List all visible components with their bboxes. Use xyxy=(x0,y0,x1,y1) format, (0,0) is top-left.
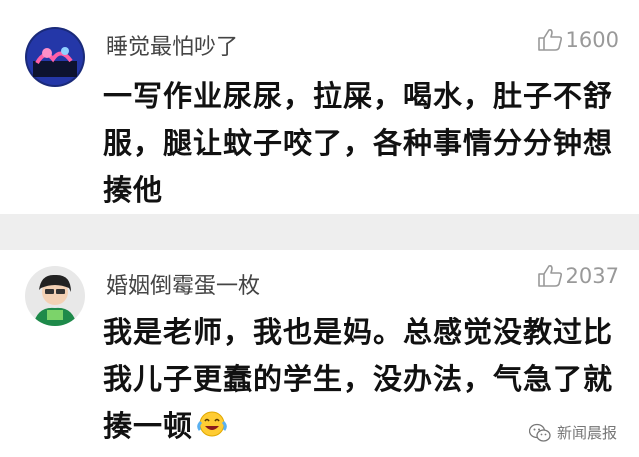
thumbs-up-icon xyxy=(537,29,562,51)
like-button[interactable]: 2037 xyxy=(537,264,619,288)
comment-text: 一写作业尿尿，拉屎，喝水，肚子不舒服，腿让蚊子咬了，各种事情分分钟想揍他 xyxy=(103,79,614,207)
username[interactable]: 睡觉最怕吵了 xyxy=(106,29,238,61)
like-count: 2037 xyxy=(565,264,619,288)
thumbs-up-icon xyxy=(537,265,562,287)
laughing-crying-emoji-icon xyxy=(197,405,227,452)
like-count: 1600 xyxy=(565,28,619,52)
watermark-text: 新闻晨报 xyxy=(556,424,617,442)
avatar[interactable] xyxy=(25,266,85,326)
comment-item: 婚姻倒霉蛋一枚 2037 我是老师，我也是妈。总感觉没教过比我儿子更蠢的学生，没… xyxy=(0,250,639,457)
like-button[interactable]: 1600 xyxy=(537,28,619,52)
comment-separator xyxy=(0,214,639,250)
comment-item: 睡觉最怕吵了 1600 一写作业尿尿，拉屎，喝水，肚子不舒服，腿让蚊子咬了，各种… xyxy=(0,0,639,214)
watermark: 新闻晨报 xyxy=(528,422,617,443)
wechat-logo-icon xyxy=(528,423,551,442)
avatar[interactable] xyxy=(25,27,85,87)
username[interactable]: 婚姻倒霉蛋一枚 xyxy=(106,268,260,300)
